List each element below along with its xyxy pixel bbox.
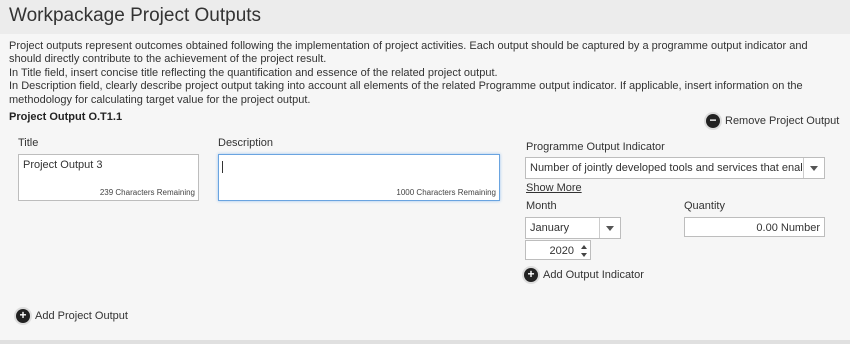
- add-indicator-button[interactable]: + Add Output Indicator: [524, 268, 644, 282]
- month-select[interactable]: January: [525, 217, 621, 239]
- minus-circle-icon: −: [706, 114, 720, 128]
- step-up-icon[interactable]: [581, 245, 587, 249]
- remove-output-label: Remove Project Output: [725, 115, 840, 127]
- quantity-field[interactable]: 0.00 Number: [684, 217, 825, 237]
- title-remaining: 239 Characters Remaining: [99, 188, 195, 197]
- text-caret: [222, 161, 223, 173]
- description-label: Description: [218, 137, 274, 149]
- title-label: Title: [18, 137, 39, 149]
- output-panel: Project outputs represent outcomes obtai…: [0, 34, 850, 340]
- plus-circle-icon: +: [16, 309, 30, 323]
- remove-output-button[interactable]: − Remove Project Output: [706, 114, 839, 128]
- year-value: 2020: [549, 245, 574, 257]
- add-output-label: Add Project Output: [35, 310, 128, 322]
- description-remaining: 1000 Characters Remaining: [396, 188, 496, 197]
- intro-line-1: Project outputs represent outcomes obtai…: [9, 40, 808, 66]
- quantity-value: 0.00 Number: [756, 222, 820, 234]
- month-label: Month: [526, 200, 557, 212]
- quantity-label: Quantity: [684, 200, 725, 212]
- chevron-down-icon[interactable]: [599, 218, 620, 238]
- year-stepper[interactable]: 2020: [525, 240, 591, 260]
- page-header: Workpackage Project Outputs: [0, 0, 850, 35]
- description-field[interactable]: 1000 Characters Remaining: [218, 154, 500, 201]
- intro-line-2: In Title field, insert concise title ref…: [9, 66, 498, 79]
- plus-circle-icon: +: [524, 268, 538, 282]
- intro-line-3: In Description field, clearly describe p…: [9, 80, 803, 106]
- add-output-button[interactable]: + Add Project Output: [16, 309, 128, 323]
- bottom-divider: [0, 340, 850, 344]
- intro-text: Project outputs represent outcomes obtai…: [9, 40, 839, 107]
- month-value: January: [530, 222, 570, 234]
- indicator-select[interactable]: Number of jointly developed tools and se…: [525, 157, 825, 179]
- indicator-label: Programme Output Indicator: [526, 141, 665, 153]
- title-value: Project Output 3: [23, 159, 103, 171]
- add-indicator-label: Add Output Indicator: [543, 269, 644, 281]
- title-field[interactable]: Project Output 3 239 Characters Remainin…: [18, 154, 199, 201]
- show-more-link[interactable]: Show More: [526, 182, 582, 194]
- page-title: Workpackage Project Outputs: [9, 5, 262, 26]
- indicator-value: Number of jointly developed tools and se…: [530, 162, 802, 174]
- step-down-icon[interactable]: [581, 253, 587, 257]
- output-heading: Project Output O.T1.1: [9, 111, 123, 123]
- chevron-down-icon[interactable]: [803, 158, 824, 178]
